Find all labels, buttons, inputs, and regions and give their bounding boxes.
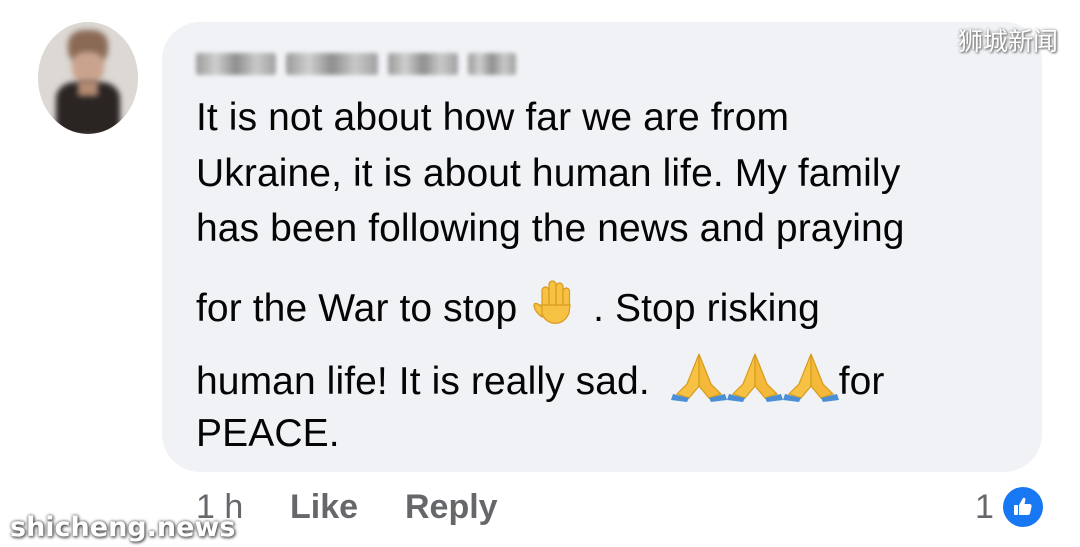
avatar[interactable]: [38, 22, 138, 134]
comment-text-segment: for the War to stop: [196, 287, 518, 330]
thumbs-up-icon: [1003, 487, 1043, 527]
author-name[interactable]: [196, 48, 526, 80]
reply-button[interactable]: Reply: [405, 488, 498, 527]
praying-hands-icon: [726, 350, 783, 412]
praying-hands-icon: [670, 350, 727, 412]
praying-hands-icon: [782, 350, 839, 412]
raised-hand-icon: [528, 275, 582, 339]
comment-text-segment: . Stop risking: [593, 287, 820, 330]
comment-line: has been following the news and praying: [196, 207, 905, 250]
comment-line-with-emoji: human life! It is really sad. for: [196, 350, 885, 412]
watermark-top-right: 狮城新闻: [958, 27, 1059, 56]
comment-text-segment: for: [838, 360, 885, 403]
like-button[interactable]: Like: [290, 488, 358, 527]
reaction-count[interactable]: 1: [975, 488, 994, 527]
comment-line: It is not about how far we are from: [196, 96, 790, 139]
comment-line: Ukraine, it is about human life. My fami…: [196, 152, 901, 195]
comment-view: It is not about how far we are from Ukra…: [0, 0, 1080, 547]
comment-line: PEACE.: [196, 412, 340, 455]
comment-text-segment: human life! It is really sad.: [196, 360, 650, 403]
comment-line-with-emoji: for the War to stop . Stop risking: [196, 275, 820, 339]
watermark-bottom-left: shicheng.news: [10, 512, 236, 543]
reaction-badge[interactable]: [1000, 484, 1046, 530]
